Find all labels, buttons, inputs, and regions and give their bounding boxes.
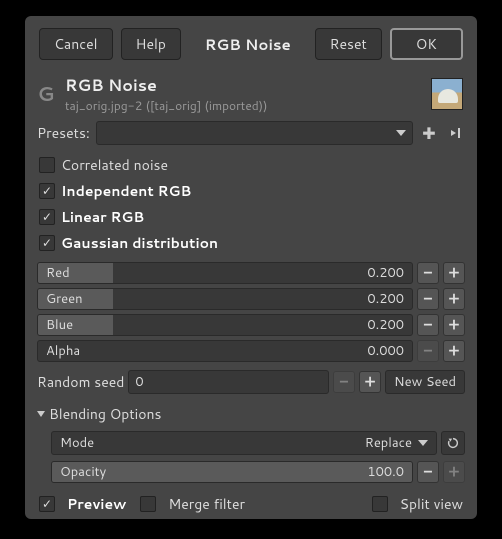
opacity-slider[interactable]: Opacity 100.0 bbox=[51, 461, 413, 483]
alpha-plus-button[interactable]: + bbox=[443, 340, 465, 362]
correlated-noise-label: Correlated noise bbox=[61, 155, 168, 175]
help-button[interactable]: Help bbox=[121, 28, 181, 60]
chevron-down-icon bbox=[396, 130, 406, 136]
random-seed-input[interactable]: 0 bbox=[128, 370, 329, 394]
image-thumbnail[interactable] bbox=[431, 78, 463, 110]
preset-add-button[interactable]: ✚ bbox=[419, 123, 439, 143]
blue-minus-button[interactable]: − bbox=[417, 314, 439, 336]
footer-row: Preview Merge filter Split view bbox=[25, 486, 477, 522]
alpha-label: Alpha bbox=[38, 342, 80, 360]
rgb-noise-dialog: Cancel Help RGB Noise Reset OK G RGB Noi… bbox=[25, 16, 477, 519]
dialog-button-bar: Cancel Help RGB Noise Reset OK bbox=[25, 16, 477, 72]
cancel-button[interactable]: Cancel bbox=[39, 28, 113, 60]
preview-label: Preview bbox=[67, 494, 126, 514]
split-view-label: Split view bbox=[400, 494, 463, 514]
blue-value: 0.200 bbox=[367, 316, 404, 334]
mode-combo[interactable]: Mode Replace bbox=[51, 431, 437, 455]
preview-checkbox[interactable] bbox=[39, 496, 55, 512]
dialog-title: RGB Noise bbox=[189, 34, 307, 55]
gaussian-label: Gaussian distribution bbox=[61, 233, 218, 253]
green-slider[interactable]: Green 0.200 bbox=[37, 288, 413, 310]
blue-slider[interactable]: Blue 0.200 bbox=[37, 314, 413, 336]
correlated-noise-checkbox[interactable] bbox=[39, 157, 55, 173]
opacity-value: 100.0 bbox=[367, 463, 404, 481]
presets-combo[interactable] bbox=[96, 121, 413, 145]
red-label: Red bbox=[38, 264, 70, 282]
mode-row: Mode Replace bbox=[51, 428, 465, 458]
blue-plus-button[interactable]: + bbox=[443, 314, 465, 336]
seed-minus-button[interactable]: − bbox=[333, 371, 355, 393]
linear-rgb-checkbox[interactable] bbox=[39, 209, 55, 225]
red-value: 0.200 bbox=[367, 264, 404, 282]
chevron-down-icon bbox=[418, 440, 428, 446]
opacity-plus-button[interactable]: + bbox=[443, 461, 465, 483]
linear-rgb-row: Linear RGB bbox=[25, 204, 477, 230]
alpha-slider-row: Alpha 0.000 − + bbox=[25, 338, 477, 364]
green-label: Green bbox=[38, 290, 83, 308]
independent-rgb-label: Independent RGB bbox=[61, 181, 191, 201]
green-plus-button[interactable]: + bbox=[443, 288, 465, 310]
alpha-minus-button[interactable]: − bbox=[417, 340, 439, 362]
opacity-label: Opacity bbox=[52, 463, 106, 481]
alpha-value: 0.000 bbox=[367, 342, 404, 360]
presets-row: Presets: ✚ bbox=[25, 118, 477, 148]
split-view-checkbox[interactable] bbox=[372, 496, 388, 512]
filter-subtitle: taj_orig.jpg-2 ([taj_orig] (imported)) bbox=[65, 97, 423, 114]
mode-label: Mode bbox=[60, 434, 94, 452]
blending-options-label: Blending Options bbox=[49, 404, 162, 424]
opacity-row: Opacity 100.0 − + bbox=[51, 458, 465, 486]
gaussian-checkbox[interactable] bbox=[39, 235, 55, 251]
reset-button[interactable]: Reset bbox=[315, 28, 382, 60]
alpha-slider[interactable]: Alpha 0.000 bbox=[37, 340, 413, 362]
new-seed-button[interactable]: New Seed bbox=[385, 370, 465, 394]
independent-rgb-checkbox[interactable] bbox=[39, 183, 55, 199]
green-slider-row: Green 0.200 − + bbox=[25, 286, 477, 312]
linear-rgb-label: Linear RGB bbox=[61, 207, 144, 227]
gaussian-row: Gaussian distribution bbox=[25, 230, 477, 256]
independent-rgb-row: Independent RGB bbox=[25, 178, 477, 204]
blue-label: Blue bbox=[38, 316, 73, 334]
blending-options-expander[interactable]: Blending Options bbox=[25, 400, 477, 428]
mode-reset-button[interactable] bbox=[441, 431, 465, 455]
gimp-logo-icon: G bbox=[35, 80, 57, 108]
mode-value: Replace bbox=[365, 434, 412, 452]
seed-plus-button[interactable]: + bbox=[359, 371, 381, 393]
red-slider[interactable]: Red 0.200 bbox=[37, 262, 413, 284]
green-minus-button[interactable]: − bbox=[417, 288, 439, 310]
dialog-header: G RGB Noise taj_orig.jpg-2 ([taj_orig] (… bbox=[25, 72, 477, 118]
filter-title: RGB Noise bbox=[65, 74, 423, 97]
green-value: 0.200 bbox=[367, 290, 404, 308]
correlated-noise-row: Correlated noise bbox=[25, 152, 477, 178]
random-seed-label: Random seed bbox=[37, 372, 124, 392]
red-plus-button[interactable]: + bbox=[443, 262, 465, 284]
preset-menu-button[interactable] bbox=[445, 123, 465, 143]
random-seed-row: Random seed 0 − + New Seed bbox=[25, 364, 477, 400]
red-slider-row: Red 0.200 − + bbox=[25, 260, 477, 286]
merge-filter-checkbox[interactable] bbox=[140, 496, 156, 512]
ok-button[interactable]: OK bbox=[390, 28, 463, 60]
red-minus-button[interactable]: − bbox=[417, 262, 439, 284]
chevron-down-icon bbox=[37, 411, 45, 417]
presets-label: Presets: bbox=[37, 123, 90, 143]
merge-filter-label: Merge filter bbox=[168, 494, 245, 514]
blue-slider-row: Blue 0.200 − + bbox=[25, 312, 477, 338]
opacity-minus-button[interactable]: − bbox=[417, 461, 439, 483]
